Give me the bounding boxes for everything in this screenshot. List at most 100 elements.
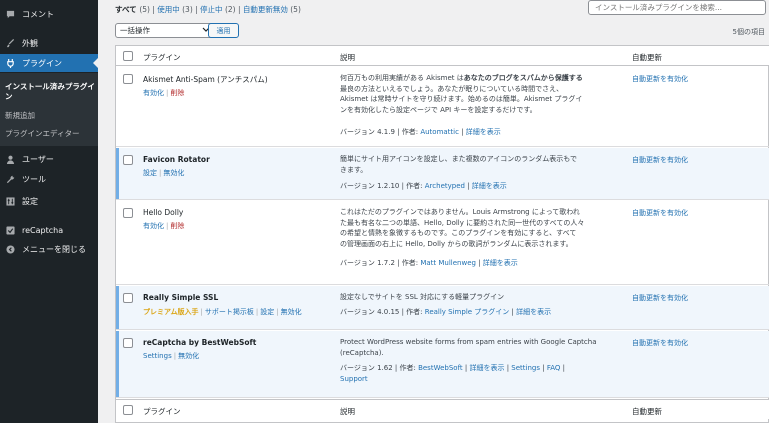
author-link[interactable]: Really Simple プラグイン (425, 308, 510, 316)
plugin-name: Really Simple SSL (143, 293, 219, 302)
table-header: プラグイン 説明 自動更新 (116, 46, 769, 66)
plugins-table: プラグイン 説明 自動更新 Akismet Anti-Spam (アンチスパム)… (115, 45, 769, 423)
faq-link[interactable]: FAQ (547, 364, 561, 372)
sidebar-item-comments[interactable]: コメント (0, 5, 98, 23)
plugin-icon (5, 58, 15, 68)
deactivate-link[interactable]: 無効化 (163, 169, 184, 177)
plugin-meta: バージョン 4.1.9 | 作者: Automattic | 詳細を表示 (340, 128, 501, 136)
sidebar-collapse-menu[interactable]: メニューを閉じる (0, 240, 98, 258)
details-link[interactable]: 詳細を表示 (469, 364, 504, 372)
table-row: Really Simple SSL プレミアム版入手 | サポート掲示板 | 設定 | 無効… (116, 286, 769, 330)
sidebar-item-label: メニューを閉じる (22, 244, 86, 254)
row-actions: 設定 | 無効化 (143, 169, 185, 177)
table-row: reCaptcha by BestWebSoft Settings | 無効化 Pr… (116, 331, 769, 398)
collapse-icon (5, 244, 15, 254)
details-link[interactable]: 詳細を表示 (472, 182, 507, 190)
column-auto-update: 自動更新 (632, 407, 662, 416)
submenu-plugin-editor[interactable]: プラグインエディター (5, 129, 79, 139)
bulk-action-select[interactable]: 一括操作 (115, 23, 215, 38)
author-link[interactable]: Archetyped (425, 182, 465, 190)
apply-button[interactable]: 適用 (208, 23, 239, 38)
sidebar-item-tools[interactable]: ツール (0, 170, 98, 188)
deactivate-link[interactable]: 無効化 (178, 352, 199, 360)
row-checkbox[interactable] (123, 293, 133, 303)
sidebar-item-label: reCaptcha (22, 225, 64, 235)
bulk-action-value: 一括操作 (120, 26, 150, 35)
row-checkbox[interactable] (123, 208, 133, 218)
filter-auto-update-disabled[interactable]: 自動更新無効 (5) (243, 5, 301, 14)
enable-auto-update-link[interactable]: 自動更新を有効化 (632, 338, 688, 348)
delete-link[interactable]: 削除 (170, 89, 184, 97)
deactivate-link[interactable]: 無効化 (281, 308, 302, 316)
wrench-icon (5, 174, 15, 184)
column-plugin: プラグイン (143, 53, 181, 62)
support-link[interactable]: Support (340, 375, 368, 383)
plugin-name: Favicon Rotator (143, 155, 210, 164)
plugin-description: Protect WordPress website forms from spa… (340, 338, 597, 357)
sidebar-item-label: ツール (22, 174, 46, 184)
table-footer: プラグイン 説明 自動更新 (116, 399, 769, 419)
enable-auto-update-link[interactable]: 自動更新を有効化 (632, 208, 688, 218)
settings-icon (5, 196, 15, 206)
sidebar-item-recaptcha[interactable]: reCaptcha (0, 221, 98, 239)
sidebar-item-plugins[interactable]: プラグイン (0, 54, 98, 72)
sidebar-item-label: プラグイン (22, 58, 62, 68)
enable-auto-update-link[interactable]: 自動更新を有効化 (632, 74, 688, 84)
plugin-name: Hello Dolly (143, 208, 184, 217)
plugin-meta: バージョン 4.0.15 | 作者: Really Simple プラグイン |… (340, 308, 552, 316)
support-forum-link[interactable]: サポート掲示板 (205, 308, 254, 316)
comment-icon (5, 9, 15, 19)
sidebar-item-settings[interactable]: 設定 (0, 192, 98, 210)
author-link[interactable]: Automattic (420, 128, 459, 136)
get-premium-link[interactable]: プレミアム版入手 (143, 308, 199, 316)
plugin-description: これはただのプラグインではありません。Louis Armstrong によって歌… (340, 208, 585, 248)
author-link[interactable]: Matt Mullenweg (420, 259, 476, 267)
plugin-description: 簡単にサイト用アイコンを設定し、また複数のアイコンのランダム表示もで きます。 (340, 155, 578, 174)
table-row: Akismet Anti-Spam (アンチスパム) 有効化 | 削除 何百万もの利… (116, 67, 769, 147)
author-link[interactable]: BestWebSoft (418, 364, 463, 372)
column-auto-update: 自動更新 (632, 53, 662, 62)
select-all-checkbox[interactable] (123, 51, 133, 61)
brush-icon (5, 38, 15, 48)
select-all-checkbox[interactable] (123, 405, 133, 415)
plugin-search-input[interactable] (588, 0, 766, 15)
activate-link[interactable]: 有効化 (143, 89, 164, 97)
row-actions: Settings | 無効化 (143, 352, 200, 360)
settings-link[interactable]: 設定 (143, 169, 157, 177)
settings-link[interactable]: Settings (511, 364, 540, 372)
sidebar-item-appearance[interactable]: 外観 (0, 34, 98, 52)
row-checkbox[interactable] (123, 155, 133, 165)
plugin-name: Akismet Anti-Spam (アンチスパム) (143, 75, 268, 84)
plugin-meta: バージョン 1.7.2 | 作者: Matt Mullenweg | 詳細を表示 (340, 259, 518, 267)
settings-link[interactable]: 設定 (260, 308, 274, 316)
sidebar-item-label: ユーザー (22, 154, 54, 164)
filter-all[interactable]: すべて (5) (115, 5, 150, 14)
enable-auto-update-link[interactable]: 自動更新を有効化 (632, 293, 688, 303)
status-filter-links: すべて (5) | 使用中 (3) | 停止中 (2) | 自動更新無効 (5) (115, 5, 301, 14)
sidebar-item-label: 設定 (22, 196, 38, 206)
row-actions: 有効化 | 削除 (143, 222, 185, 230)
details-link[interactable]: 詳細を表示 (483, 259, 518, 267)
filter-active[interactable]: 使用中 (3) (157, 5, 193, 14)
delete-link[interactable]: 削除 (170, 222, 184, 230)
row-checkbox[interactable] (123, 338, 133, 348)
column-plugin: プラグイン (143, 407, 181, 416)
admin-sidebar: コメント 外観 プラグイン インストール済みプラグイン 新規追加 プラグインエデ… (0, 0, 98, 423)
row-actions: 有効化 | 削除 (143, 89, 185, 97)
sidebar-item-users[interactable]: ユーザー (0, 150, 98, 168)
row-checkbox[interactable] (123, 74, 133, 84)
details-link[interactable]: 詳細を表示 (466, 128, 501, 136)
user-icon (5, 154, 15, 164)
items-count: 5個の項目 (732, 28, 765, 36)
enable-auto-update-link[interactable]: 自動更新を有効化 (632, 155, 688, 165)
plugin-meta: バージョン 1.2.10 | 作者: Archetyped | 詳細を表示 (340, 182, 507, 190)
plugin-meta: バージョン 1.62 | 作者: BestWebSoft | 詳細を表示 | S… (340, 364, 565, 383)
details-link[interactable]: 詳細を表示 (516, 308, 551, 316)
filter-inactive[interactable]: 停止中 (2) (200, 5, 236, 14)
settings-link[interactable]: Settings (143, 352, 172, 360)
table-row: Hello Dolly 有効化 | 削除 これはただのプラグインではありません。Lo… (116, 201, 769, 285)
activate-link[interactable]: 有効化 (143, 222, 164, 230)
submenu-add-new[interactable]: 新規追加 (5, 111, 35, 121)
plugin-description: 何百万もの利用実績がある Akismet はあなたのブログをスパムから保護する … (340, 74, 583, 114)
submenu-installed-plugins[interactable]: インストール済みプラグイン (5, 82, 95, 102)
